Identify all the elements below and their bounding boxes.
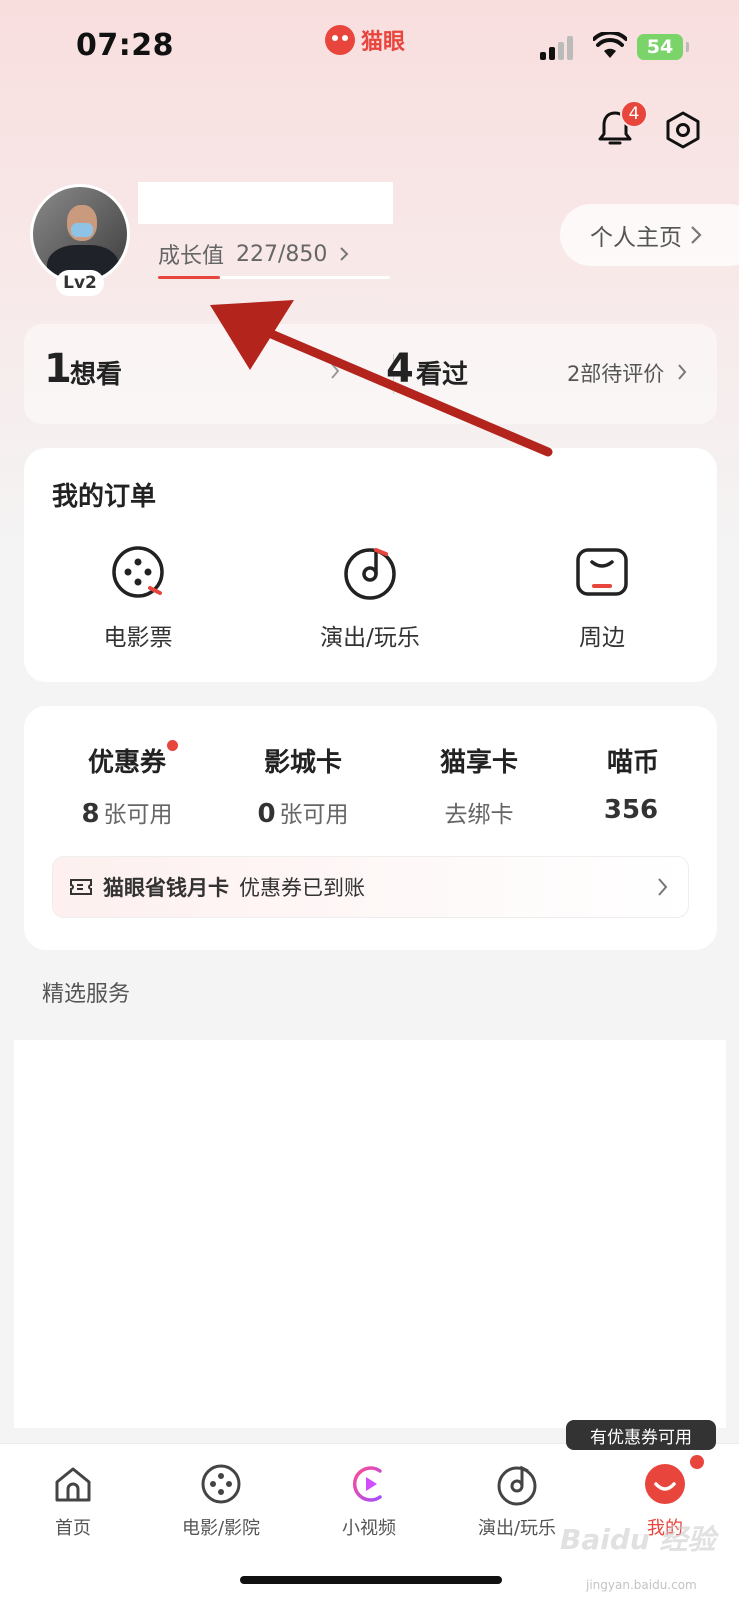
film-reel-icon: [112, 546, 164, 598]
baidu-watermark: Baidu 经验: [560, 1523, 716, 1556]
want-label[interactable]: 想看: [70, 354, 122, 391]
growth-progress-bar: [158, 276, 390, 279]
signal-icon: [540, 36, 578, 60]
battery-icon: 54: [637, 34, 689, 60]
maoyan-logo-icon: [325, 25, 355, 55]
tab-movies[interactable]: 电影/影院: [161, 1462, 281, 1540]
baidu-watermark-url: jingyan.baidu.com: [586, 1578, 697, 1592]
tab-short-video[interactable]: 小视频: [309, 1462, 429, 1540]
my-orders-card: 我的订单 电影票 演出/玩乐 周边: [24, 448, 717, 682]
maoxiang-card-title: 猫享卡: [439, 748, 518, 778]
chevron-right-icon: [340, 247, 349, 261]
coupon-unit: 张可用: [103, 802, 173, 828]
featured-services-title: 精选服务: [42, 982, 131, 1007]
mine-new-dot: [690, 1455, 704, 1469]
maoxiang-card-sub: 去绑卡: [444, 802, 514, 828]
tab-label: 演出/玩乐: [477, 1518, 557, 1539]
cinema-card-title: 影城卡: [263, 748, 342, 778]
seen-label[interactable]: 看过: [416, 354, 468, 391]
seen-count[interactable]: 4: [386, 346, 414, 392]
coin-title: 喵币: [606, 748, 659, 778]
status-bar: 07:28 猫眼 54: [0, 0, 739, 95]
pending-reviews-link[interactable]: 2部待评价: [567, 358, 687, 388]
home-indicator: [240, 1576, 502, 1584]
tab-shows[interactable]: 演出/玩乐: [457, 1462, 577, 1540]
coupon-tooltip: 有优惠券可用: [566, 1420, 716, 1450]
chevron-right-icon: [691, 226, 702, 244]
chevron-right-icon: [658, 878, 668, 896]
chevron-right-icon: [331, 363, 340, 379]
order-label: 演出/玩乐: [320, 625, 420, 651]
notification-count-badge: 4: [620, 100, 648, 128]
username-redacted: [138, 182, 393, 224]
chevron-right-icon: [678, 364, 687, 380]
personal-homepage-button[interactable]: 个人主页: [560, 204, 739, 266]
orders-title: 我的订单: [52, 482, 157, 512]
ticket-icon: [70, 879, 92, 895]
tab-home[interactable]: 首页: [13, 1462, 133, 1540]
level-badge: Lv2: [56, 270, 104, 296]
pending-reviews-label: 2部待评价: [566, 362, 665, 386]
cinema-card-entry[interactable]: 影城卡 0 张可用: [228, 742, 378, 829]
box-icon: [576, 548, 628, 596]
coin-entry[interactable]: 喵币 356: [558, 742, 708, 825]
growth-progress-fill: [158, 276, 220, 279]
app-name: 猫眼: [361, 30, 406, 55]
growth-label: 成长值: [158, 244, 225, 269]
watch-stats-card: 1 想看 4 看过 2部待评价: [24, 324, 717, 424]
settings-gear-icon[interactable]: [663, 110, 703, 150]
wifi-icon: [593, 32, 627, 58]
order-merch[interactable]: 周边: [522, 544, 682, 652]
tab-label: 电影/影院: [181, 1518, 261, 1539]
tab-label: 首页: [55, 1518, 91, 1539]
order-movie-tickets[interactable]: 电影票: [58, 544, 218, 652]
promo-text: 优惠券已到账: [239, 876, 365, 900]
tab-label: 小视频: [342, 1518, 396, 1539]
personal-homepage-label: 个人主页: [590, 225, 682, 251]
status-time: 07:28: [76, 28, 174, 63]
coin-value: 356: [603, 795, 659, 825]
wallet-card: 优惠券 8 张可用 影城卡 0 张可用 猫享卡 去绑卡 喵币 356 猫眼省钱月卡 …: [24, 706, 717, 950]
want-count[interactable]: 1: [44, 346, 72, 392]
video-play-icon: [352, 1466, 382, 1502]
coupon-title: 优惠券: [87, 748, 166, 778]
film-reel-icon: [201, 1464, 241, 1504]
coupon-count: 8: [81, 799, 100, 829]
cinema-card-count: 0: [257, 799, 276, 829]
growth-value: 227/850: [236, 241, 328, 267]
user-icon: [645, 1464, 685, 1504]
battery-level: 54: [646, 36, 674, 58]
promo-title: 猫眼省钱月卡: [103, 876, 229, 900]
new-dot: [167, 740, 178, 751]
featured-services-area: [14, 1040, 726, 1428]
coupon-entry[interactable]: 优惠券 8 张可用: [52, 740, 202, 829]
order-shows[interactable]: 演出/玩乐: [290, 544, 450, 652]
growth-value-link[interactable]: 成长值 227/850: [158, 238, 349, 270]
cinema-card-unit: 张可用: [279, 802, 349, 828]
order-label: 周边: [579, 625, 625, 651]
music-disc-icon: [497, 1465, 537, 1506]
order-label: 电影票: [103, 625, 173, 651]
app-badge: 猫眼: [325, 24, 405, 56]
music-disc-icon: [344, 548, 396, 600]
maoxiang-card-entry[interactable]: 猫享卡 去绑卡: [404, 742, 554, 829]
avatar[interactable]: [30, 184, 130, 284]
home-icon: [55, 1467, 91, 1502]
savings-card-promo[interactable]: 猫眼省钱月卡 优惠券已到账: [52, 856, 689, 918]
